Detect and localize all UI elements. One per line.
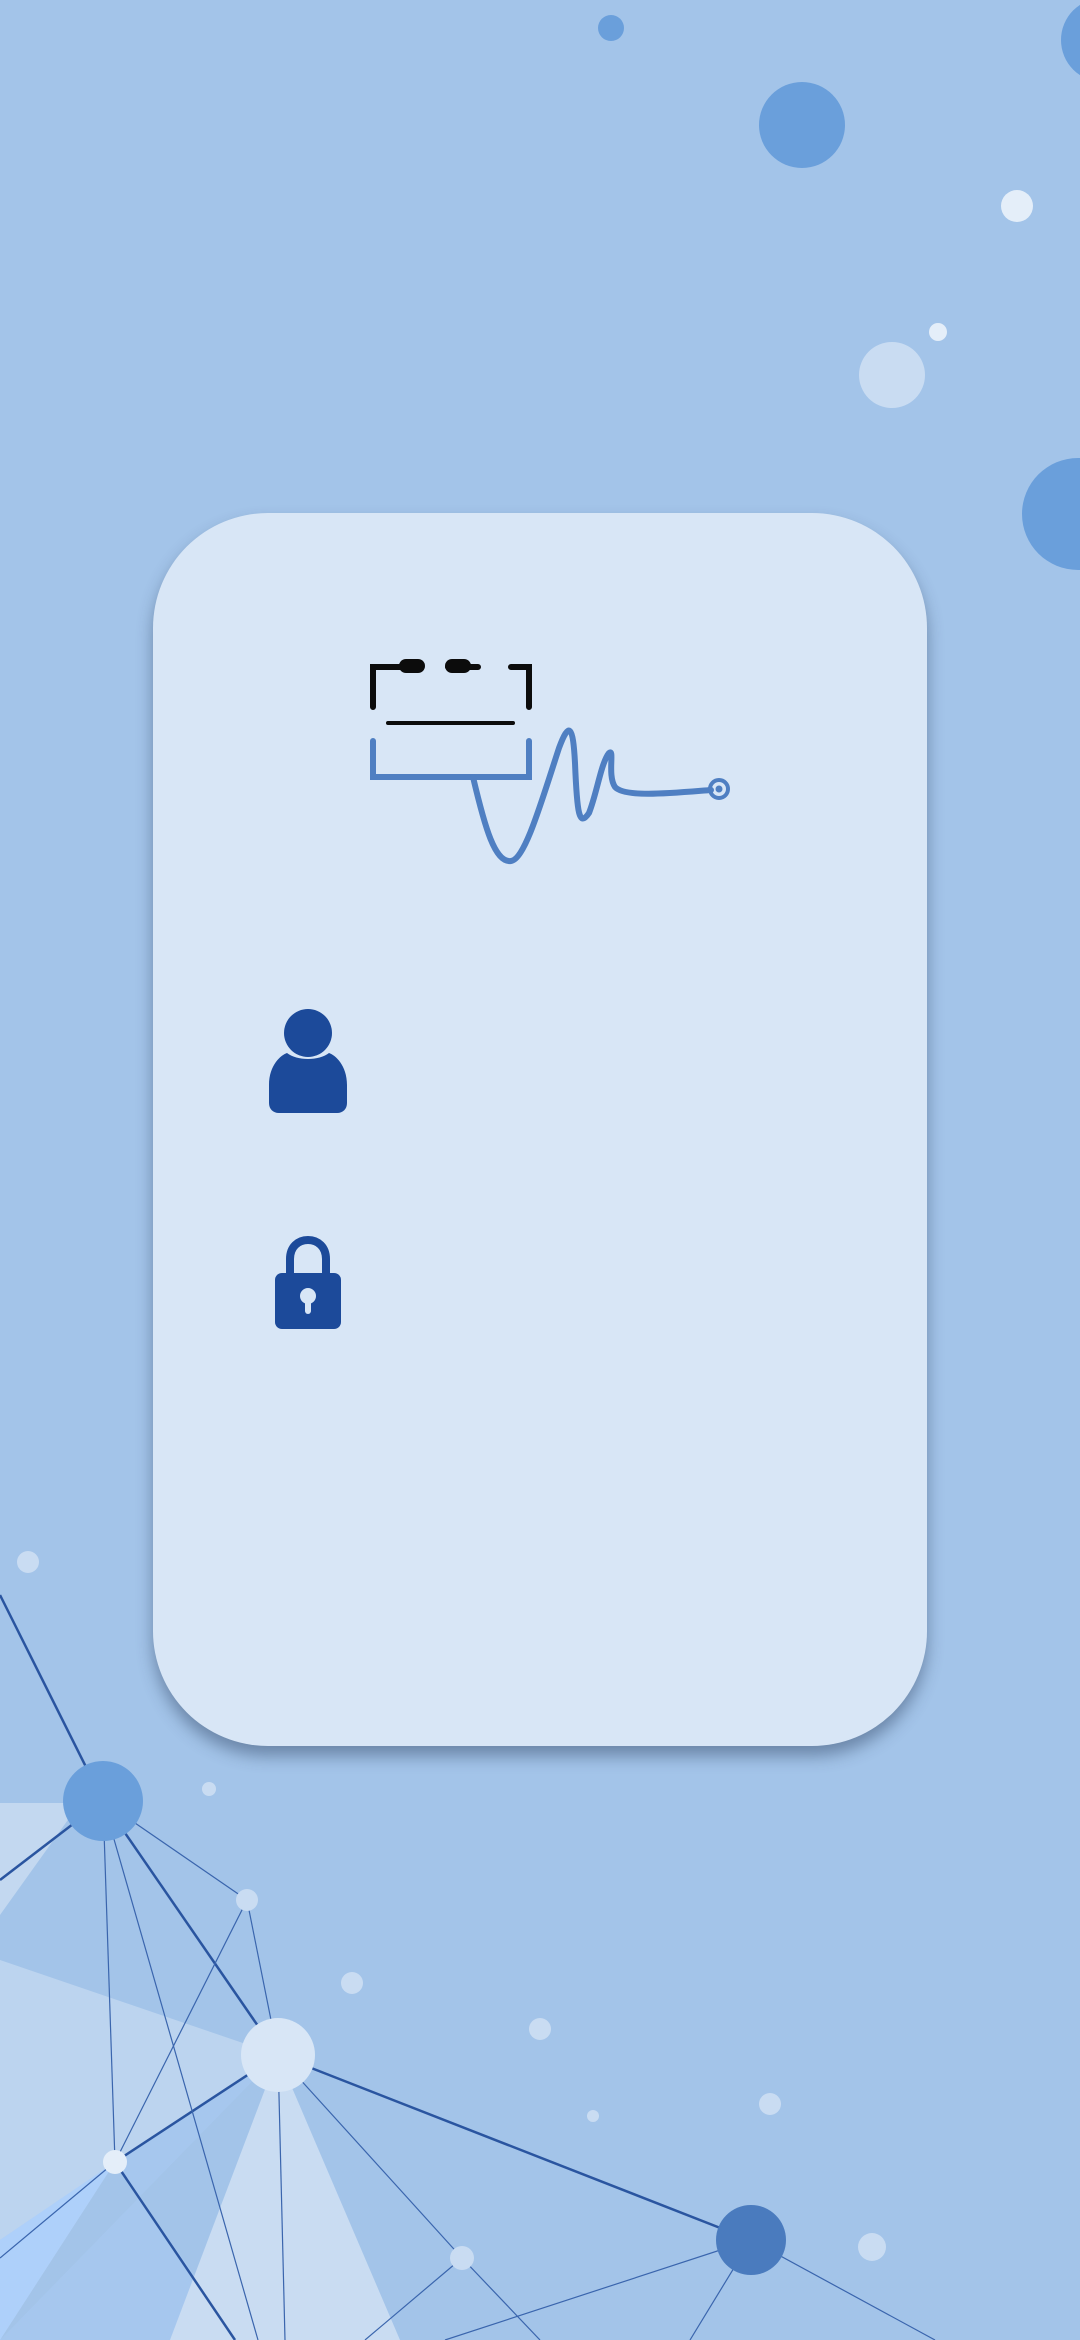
user-icon — [263, 1003, 353, 1113]
username-row[interactable] — [263, 1003, 823, 1113]
login-card — [153, 513, 927, 1746]
username-input[interactable] — [383, 1023, 817, 1095]
password-input[interactable] — [383, 1253, 817, 1325]
password-row[interactable] — [263, 1233, 823, 1343]
lock-icon — [263, 1233, 353, 1343]
clipboard-stethoscope-logo-icon — [363, 653, 733, 893]
